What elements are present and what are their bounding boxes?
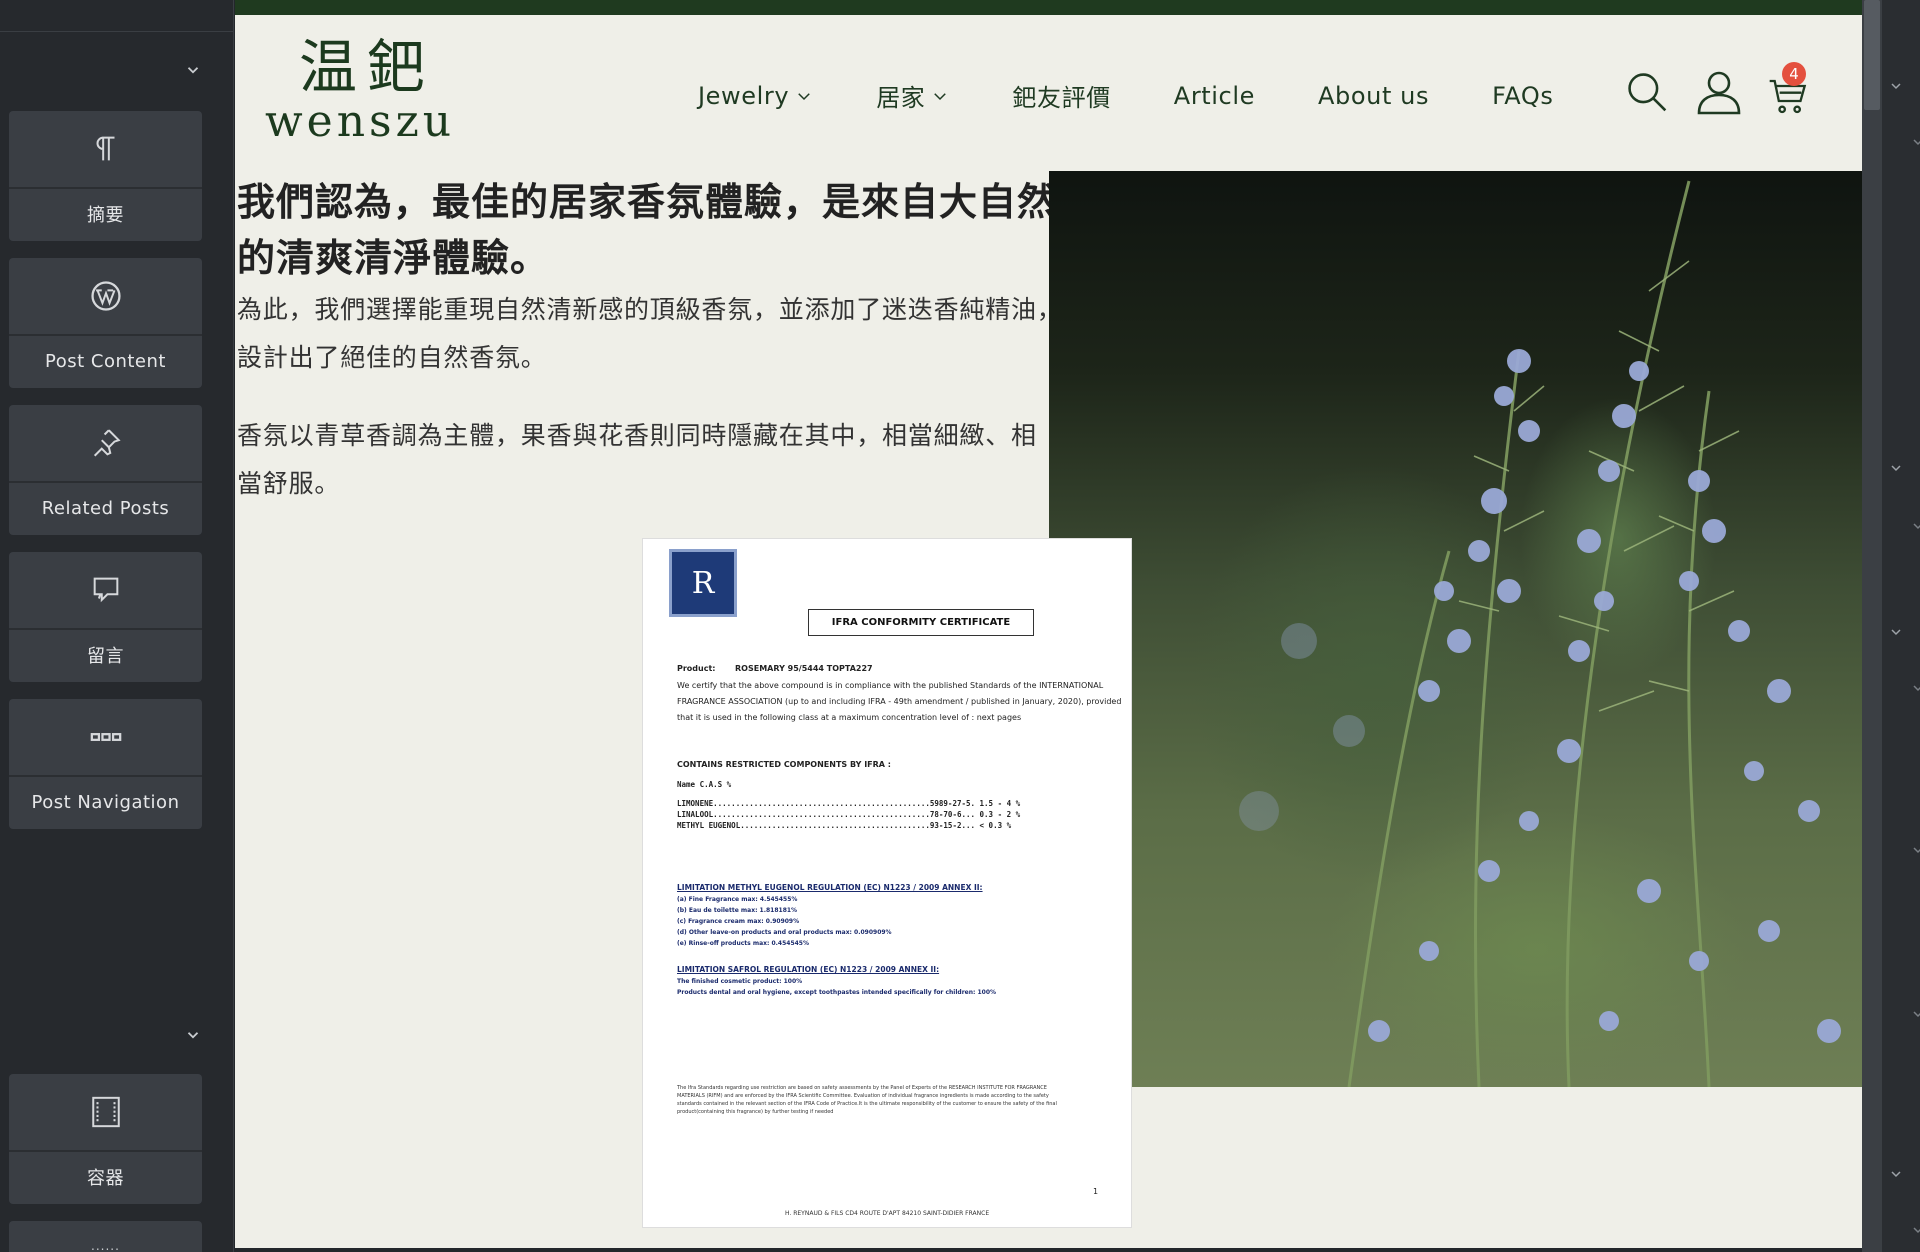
cart-count-badge: 4 (1782, 62, 1806, 86)
ifra-certificate: R IFRA CONFORMITY CERTIFICATE Product: R… (642, 538, 1132, 1228)
restricted-heading: CONTAINS RESTRICTED COMPONENTS BY IFRA : (677, 760, 891, 769)
widget-label: 摘要 (87, 205, 124, 226)
footnote-line: product(containing this fragrance) by fu… (677, 1109, 834, 1115)
paragraph-icon (9, 111, 202, 189)
preview-scrollbar[interactable] (1862, 0, 1882, 1252)
site-logo-english[interactable]: wenszu (265, 100, 455, 144)
nav-label: 鈀友評價 (1012, 84, 1111, 112)
widget-label: Related Posts (41, 497, 170, 519)
article-paragraph-1: 為此，我們選擇能重現自然清新感的頂級香氛，並添加了迷迭香純精油，設計出了絕佳的自… (237, 295, 1063, 372)
comments-icon (9, 552, 202, 630)
intro-line: that it is used in the following class a… (677, 713, 1022, 722)
chevron-down-icon (1910, 134, 1920, 146)
flower-cluster (1239, 349, 1841, 1043)
company-address: H. REYNAUD & FILS CD4 ROUTE D'APT 84210 … (785, 1210, 990, 1217)
nav-item-about-us[interactable]: About us (1318, 82, 1429, 110)
rosemary-illustration (1239, 180, 1841, 1087)
safrol-heading: LIMITATION SAFROL REGULATION (EC) N1223 … (677, 965, 940, 974)
chevron-down-icon (1910, 680, 1920, 692)
main-navigation: Jewelry 居家 鈀友評價 Article About us FAQs (698, 78, 1617, 113)
user-account-icon[interactable] (1695, 66, 1743, 116)
footnote-line: standards contained in the relevant sect… (677, 1101, 1057, 1107)
methyl-item: (c) Fragrance cream max: 0.90909% (677, 918, 800, 925)
search-icon[interactable] (1625, 70, 1669, 114)
widget-related-posts[interactable]: Related Posts (9, 405, 202, 535)
article-headline: 我們認為，最佳的居家香氛體驗，是來自大自然的清爽清淨體驗。 (237, 180, 1057, 280)
table-row: METHYL EUGENOL..........................… (677, 821, 1012, 830)
chevron-down-icon (1910, 518, 1920, 530)
chevron-down-icon[interactable] (1888, 624, 1904, 640)
table-row: LIMONENE................................… (677, 799, 1021, 808)
widget-label: Post Navigation (31, 791, 180, 813)
site-logo-chinese[interactable]: 温鈀 (299, 38, 435, 96)
intro-line: We certify that the above compound is in… (677, 681, 1104, 690)
page-preview: 温鈀 wenszu Jewelry 居家 鈀友評價 Article About … (235, 0, 1862, 1248)
widget-label: 容器 (87, 1168, 124, 1189)
section-collapse-chevron-icon[interactable] (184, 1026, 202, 1044)
widget-post-navigation[interactable]: Post Navigation (9, 699, 202, 829)
footnote-line: MATERIALS (RIFM) and are enforced by the… (677, 1093, 1049, 1099)
widget-panel: 摘要 Post Content Related Posts 留言 Post Na (0, 0, 234, 1252)
methyl-item: (d) Other leave-on products and oral pro… (677, 929, 892, 936)
rosemary-photo (1049, 171, 1862, 1087)
chevron-down-icon (1910, 1006, 1920, 1018)
page-number: 1 (1093, 1187, 1099, 1196)
table-row: LINALOOL................................… (677, 810, 1021, 819)
table-header: Name C.A.S % (677, 780, 732, 789)
widget-summary[interactable]: 摘要 (9, 111, 202, 241)
widget-label: Post Content (45, 350, 166, 372)
safrol-item: Products dental and oral hygiene, except… (677, 989, 997, 996)
chevron-down-icon (934, 92, 947, 100)
certificate-logo: R (669, 549, 737, 617)
methyl-heading: LIMITATION METHYL EUGENOL REGULATION (EC… (677, 883, 983, 892)
methyl-item: (a) Fine Fragrance max: 4.545455% (677, 896, 798, 903)
wordpress-icon (9, 258, 202, 336)
chevron-down-icon (798, 92, 810, 100)
nav-label: Article (1173, 81, 1255, 110)
footnote-line: The Ifra Standards regarding use restric… (677, 1085, 1047, 1091)
widget-next[interactable]: ...... (9, 1221, 202, 1252)
container-icon (9, 1074, 202, 1152)
pin-icon (9, 405, 202, 483)
intro-line: FRAGRANCE ASSOCIATION (up to and includi… (677, 697, 1122, 706)
product-label: Product: (677, 664, 716, 673)
section-collapse-chevron-icon[interactable] (184, 61, 202, 79)
chevron-down-icon[interactable] (1888, 1166, 1904, 1182)
article-paragraph-2: 香氛以青草香調為主體，果香與花香則同時隱藏在其中，相當細緻、相當舒服。 (237, 421, 1037, 498)
chevron-down-icon (1910, 842, 1920, 854)
editor-window: 摘要 Post Content Related Posts 留言 Post Na (0, 0, 1920, 1252)
chevron-down-icon[interactable] (1888, 460, 1904, 476)
post-navigation-icon (9, 699, 202, 777)
product-name: ROSEMARY 95/5444 TOPTA227 (735, 664, 873, 673)
nav-label: 居家 (876, 84, 926, 112)
nav-item-article[interactable]: Article (1174, 82, 1255, 110)
widget-post-content[interactable]: Post Content (9, 258, 202, 388)
widget-comments[interactable]: 留言 (9, 552, 202, 682)
panel-divider (0, 31, 234, 32)
site-top-bar (235, 0, 1862, 15)
methyl-item: (b) Eau de toilette max: 1.818181% (677, 907, 798, 914)
scrollbar-thumb[interactable] (1864, 0, 1880, 110)
nav-item-reviews[interactable]: 鈀友評價 (1012, 78, 1110, 113)
chevron-down-icon (1910, 1222, 1920, 1234)
widget-label: 留言 (87, 646, 124, 667)
nav-item-faqs[interactable]: FAQs (1492, 82, 1553, 110)
certificate-title: IFRA CONFORMITY CERTIFICATE (808, 609, 1034, 636)
nav-item-home[interactable]: 居家 (876, 78, 949, 113)
nav-label: About us (1318, 81, 1430, 110)
nav-item-jewelry[interactable]: Jewelry (698, 82, 813, 110)
safrol-item: The finished cosmetic product: 100% (677, 978, 803, 985)
nav-label: Jewelry (698, 81, 790, 110)
methyl-item: (e) Rinse-off products max: 0.454545% (677, 940, 809, 947)
widget-container[interactable]: 容器 (9, 1074, 202, 1204)
nav-label: FAQs (1492, 81, 1554, 110)
widget-next-hint: ...... (91, 1239, 120, 1252)
chevron-down-icon[interactable] (1888, 78, 1904, 94)
